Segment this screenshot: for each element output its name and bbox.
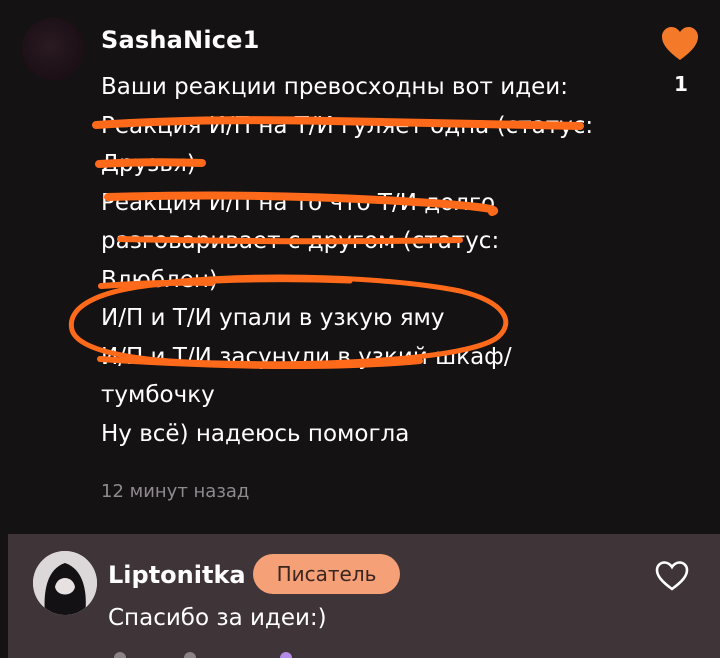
heart-icon[interactable] bbox=[660, 24, 700, 64]
comment-line: Реакция И/П на то что Т/И долго bbox=[101, 189, 496, 216]
comment-line: Реакция И/П на Т/И гуляет одна (статус: bbox=[101, 112, 594, 139]
comment-line: И/П и Т/И упали в узкую яму bbox=[101, 305, 445, 331]
writer-badge: Писатель bbox=[253, 554, 400, 594]
comment-line: Ваши реакции превосходны вот идеи: bbox=[101, 74, 568, 100]
avatar[interactable] bbox=[33, 551, 97, 615]
heart-outline-icon[interactable] bbox=[654, 558, 690, 594]
comment-line: Друзья) bbox=[101, 151, 196, 177]
like-count: 1 bbox=[674, 72, 688, 96]
comment-username[interactable]: SashaNice1 bbox=[101, 26, 260, 54]
reply-username[interactable]: Liptonitka bbox=[108, 561, 246, 589]
comment-line: Влюблен) bbox=[101, 266, 218, 293]
comment-body: Ваши реакции превосходны вот идеи: Реакц… bbox=[101, 68, 621, 453]
reaction-row bbox=[114, 652, 292, 658]
comment-line: Ну всё) надеюсь помогла bbox=[101, 420, 410, 447]
avatar[interactable] bbox=[22, 18, 84, 80]
comment-line: тумбочку bbox=[101, 382, 215, 408]
reply-card: Liptonitka Писатель Спасибо за идеи:) bbox=[8, 534, 720, 658]
comment-timestamp: 12 минут назад bbox=[101, 481, 250, 502]
comment-line: разговаривает с другом (статус: bbox=[101, 228, 500, 254]
reply-text: Спасибо за идеи:) bbox=[108, 605, 327, 631]
comment-card: SashaNice1 1 Ваши реакции превосходны во… bbox=[0, 0, 720, 534]
comment-line: И/П и Т/И засунули в узкий шкаф/ bbox=[101, 343, 512, 370]
